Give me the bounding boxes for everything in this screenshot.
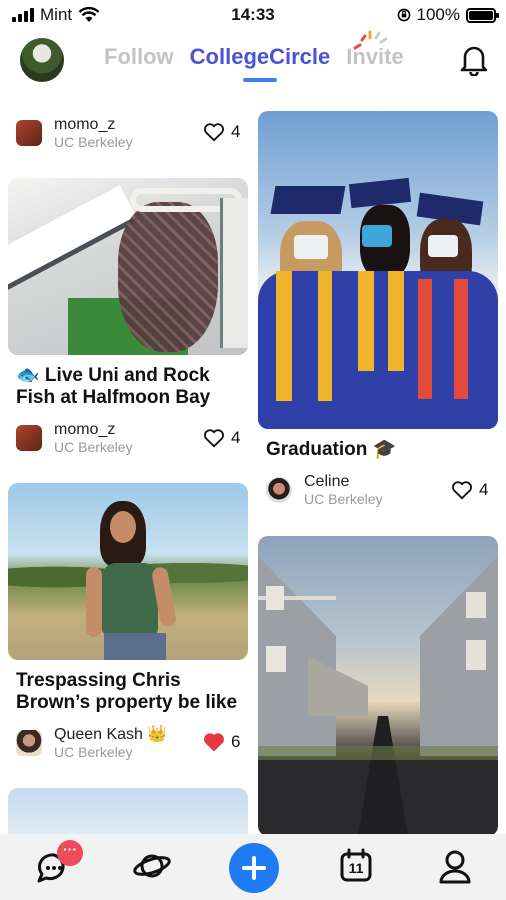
author-name: momo_z: [54, 421, 116, 438]
author-school: UC Berkeley: [54, 744, 133, 760]
post-title: 🐟 Live Uni and Rock Fish at Halfmoon Bay: [16, 365, 211, 408]
heart-icon: [452, 481, 472, 500]
like-count: 4: [479, 480, 489, 499]
post-image: [258, 536, 498, 834]
author-avatar: [16, 120, 42, 146]
author-school: UC Berkeley: [54, 134, 133, 150]
post-card[interactable]: Graduation 🎓: [258, 111, 498, 461]
post-image: [8, 483, 248, 660]
planet-icon[interactable]: [132, 846, 172, 886]
post-card[interactable]: Trespassing Chris Brown’s property be li…: [8, 483, 248, 714]
add-button[interactable]: [229, 843, 279, 893]
notification-badge: ···: [57, 840, 83, 866]
profile-icon[interactable]: [435, 846, 475, 886]
feed-right-column: Graduation 🎓 Celine UC Berkeley 4: [253, 0, 506, 834]
author-avatar: [16, 730, 42, 756]
like-button[interactable]: 6: [203, 732, 240, 752]
post-author-row[interactable]: momo_z UC Berkeley: [16, 421, 133, 455]
author-avatar: [266, 477, 292, 503]
post-card[interactable]: 🐟 Live Uni and Rock Fish at Halfmoon Bay: [8, 178, 248, 409]
author-name: Celine: [304, 473, 350, 490]
post-author-row[interactable]: Queen Kash 👑 UC Berkeley: [16, 726, 167, 760]
bottom-nav: ··· 11: [0, 834, 506, 900]
like-button[interactable]: 4: [451, 480, 488, 500]
heart-icon: [204, 429, 224, 448]
author-name: momo_z: [54, 116, 116, 133]
nav-calendar[interactable]: 11: [336, 846, 376, 886]
author-school: UC Berkeley: [304, 491, 383, 507]
post-image: [8, 788, 248, 834]
author-school: UC Berkeley: [54, 439, 133, 455]
post-card[interactable]: [8, 788, 248, 834]
heart-icon: [204, 123, 224, 142]
like-count: 6: [231, 732, 241, 751]
post-title: Trespassing Chris Brown’s property be li…: [16, 670, 238, 713]
post-image: [8, 178, 248, 355]
heart-filled-icon: [204, 733, 224, 752]
like-button[interactable]: 4: [203, 122, 240, 142]
author-avatar: [16, 425, 42, 451]
calendar-day: 11: [348, 860, 364, 876]
author-name: Queen Kash 👑: [54, 726, 168, 743]
nav-chat[interactable]: ···: [33, 840, 83, 886]
post-title: Graduation 🎓: [266, 439, 397, 460]
post-card[interactable]: [258, 536, 498, 834]
like-button[interactable]: 4: [203, 428, 240, 448]
feed-left-column: momo_z UC Berkeley 4 🐟 Live Uni and Rock…: [0, 0, 253, 834]
post-author-row[interactable]: momo_z UC Berkeley: [16, 116, 133, 150]
post-author-row[interactable]: Celine UC Berkeley: [266, 473, 383, 507]
post-image: [258, 111, 498, 429]
like-count: 4: [231, 428, 241, 447]
like-count: 4: [231, 122, 241, 141]
